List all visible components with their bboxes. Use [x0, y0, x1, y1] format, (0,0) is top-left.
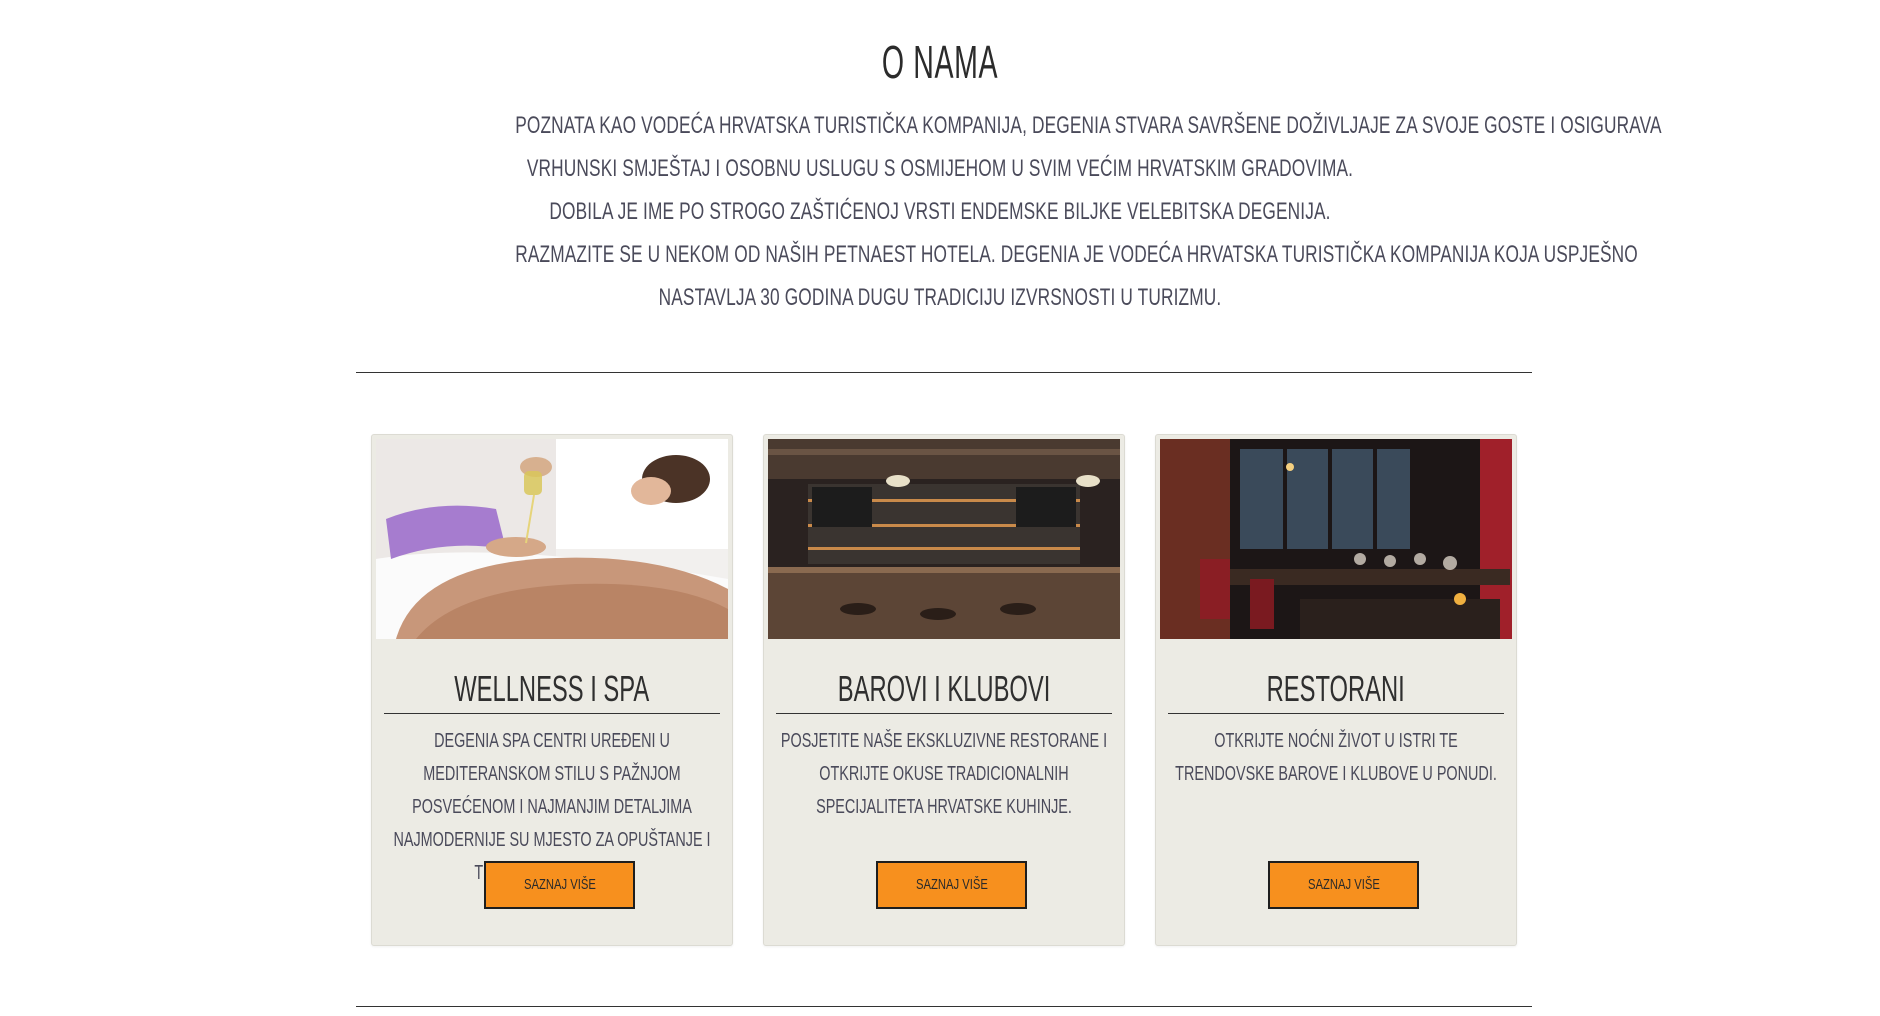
about-text: Poznata kao vodeća hrvatska turistička k… [350, 104, 1662, 319]
about-line: Poznata kao vodeća hrvatska turistička k… [515, 112, 1662, 139]
bar-interior-photo [768, 439, 1120, 639]
card-bars: Barovi i klubovi Posjetite naše ekskluzi… [763, 434, 1125, 946]
about-line: Dobila je ime po strogo zaštićenoj vrsti… [549, 198, 1331, 225]
divider-top [356, 372, 1532, 373]
about-line: Razmazite se u nekom od naših petnaest h… [515, 241, 1638, 268]
card-restaurants: Restorani Otkrijte noćni život u Istri t… [1155, 434, 1517, 946]
learn-more-button[interactable]: Saznaj više [484, 861, 635, 909]
card-title: Barovi i klubovi [776, 667, 1112, 714]
page: O NAMA Poznata kao vodeća hrvatska turis… [0, 0, 1880, 1016]
learn-more-button[interactable]: Saznaj više [1268, 861, 1419, 909]
card-wellness: Wellness i Spa Degenia Spa centri uređen… [371, 434, 733, 946]
card-title: Wellness i Spa [384, 667, 720, 714]
about-section: O NAMA Poznata kao vodeća hrvatska turis… [0, 34, 1880, 319]
card-title: Restorani [1168, 667, 1504, 714]
spa-massage-photo [376, 439, 728, 639]
restaurant-interior-photo [1160, 439, 1512, 639]
about-title: O NAMA [881, 36, 999, 88]
services-cards: Wellness i Spa Degenia Spa centri uređen… [371, 434, 1519, 946]
about-line: nastavlja 30 godina dugu tradiciju izvrs… [658, 284, 1222, 311]
card-description: Posjetite naše ekskluzivne restorane i o… [780, 730, 1108, 818]
divider-bottom [356, 1006, 1532, 1007]
about-line: vrhunski smještaj i osobnu uslugu s osmi… [526, 155, 1354, 182]
learn-more-button[interactable]: Saznaj više [876, 861, 1027, 909]
card-description: Otkrijte noćni život u Istri te trendovs… [1175, 730, 1497, 785]
